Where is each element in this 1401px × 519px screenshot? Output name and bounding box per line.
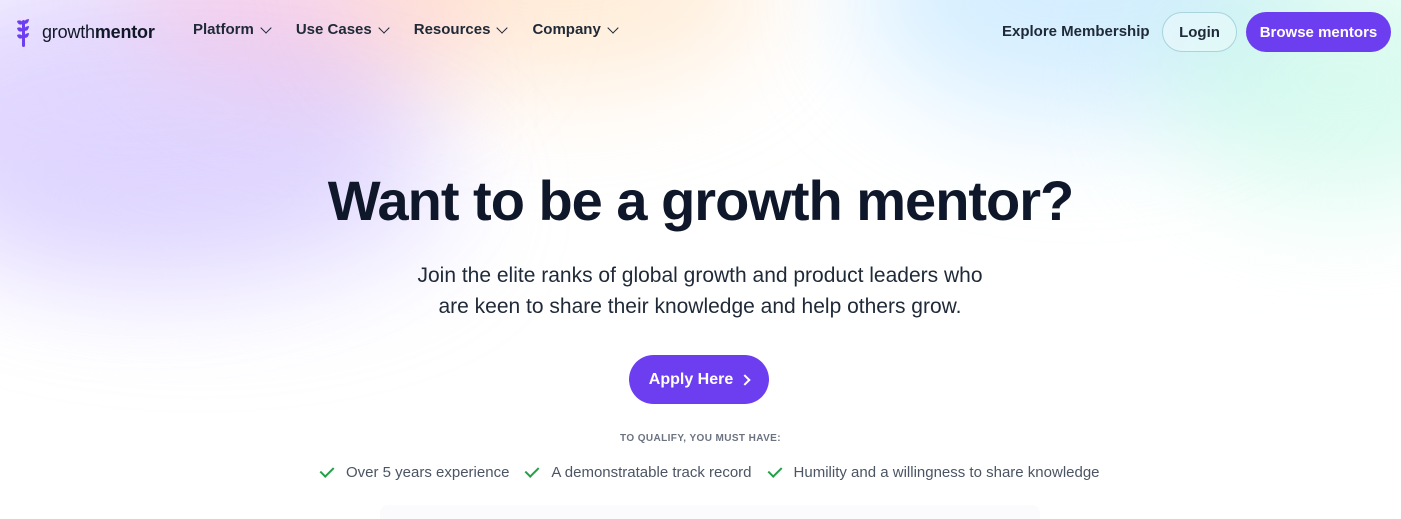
requirement-item: A demonstratable track record — [523, 462, 752, 481]
requirement-item: Humility and a willingness to share know… — [766, 462, 1100, 481]
top-navbar: growthmentor Platform Use Cases Resource… — [0, 0, 1401, 64]
requirement-text: Over 5 years experience — [346, 464, 510, 481]
explore-membership-link[interactable]: Explore Membership — [1002, 23, 1150, 40]
browse-mentors-button[interactable]: Browse mentors — [1246, 12, 1391, 52]
requirement-item: Over 5 years experience — [318, 462, 510, 481]
requirement-text: Humility and a willingness to share know… — [793, 464, 1100, 481]
nav-label-resources: Resources — [413, 21, 491, 38]
chevron-down-icon — [496, 21, 509, 34]
nav-label-company: Company — [532, 21, 601, 38]
apply-here-button[interactable]: Apply Here — [629, 355, 769, 404]
nav-label-platform: Platform — [193, 21, 254, 38]
requirement-text: A demonstratable track record — [551, 464, 752, 481]
apply-here-label: Apply Here — [648, 370, 734, 388]
hero-subtitle: Join the elite ranks of global growth an… — [400, 260, 1000, 322]
chevron-down-icon — [378, 21, 390, 34]
chevron-down-icon — [607, 21, 619, 34]
brand-wordmark: growthmentor — [42, 22, 155, 43]
brand-name-bold: mentor — [94, 21, 155, 42]
requirements-list: Over 5 years experience A demonstratable… — [318, 462, 1100, 481]
checkmark-icon — [319, 462, 335, 478]
hero-subtitle-line-2: are keen to share their knowledge and he… — [438, 295, 962, 318]
checkmark-icon — [524, 462, 540, 478]
nav-label-use-cases: Use Cases — [295, 21, 372, 38]
wheat-logo-icon — [17, 19, 29, 47]
checkmark-icon — [767, 462, 782, 478]
brand-logo[interactable]: growthmentor — [14, 16, 155, 48]
login-button[interactable]: Login — [1162, 12, 1237, 52]
nav-item-use-cases[interactable]: Use Cases — [295, 21, 390, 38]
main-nav: Platform Use Cases Resources Company — [193, 21, 619, 38]
hero-headline: Want to be a growth mentor? — [327, 169, 1075, 232]
nav-item-platform[interactable]: Platform — [193, 21, 272, 38]
nav-item-company[interactable]: Company — [532, 21, 619, 38]
chevron-down-icon — [260, 21, 272, 34]
qualify-heading: TO QUALIFY, YOU MUST HAVE: — [620, 433, 781, 444]
nav-item-resources[interactable]: Resources — [413, 21, 509, 38]
chevron-right-icon — [739, 373, 751, 386]
hero-subtitle-line-1: Join the elite ranks of global growth an… — [417, 264, 983, 287]
brand-name-regular: growth — [42, 21, 95, 42]
